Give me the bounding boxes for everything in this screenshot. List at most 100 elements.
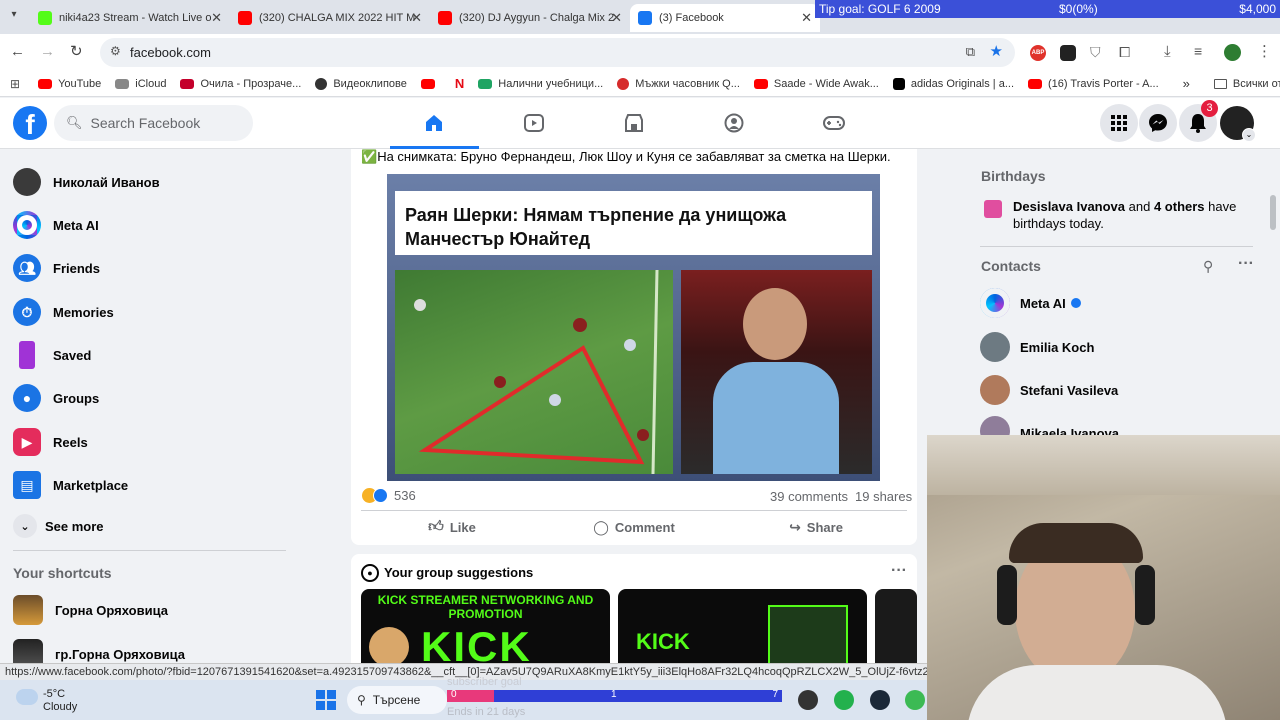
tab-search-icon[interactable]: ▾: [6, 9, 22, 25]
sidebar-item-label: Marketplace: [53, 477, 129, 493]
tab-gaming[interactable]: [790, 98, 879, 149]
steam-icon[interactable]: [870, 690, 890, 710]
tab-chalga-mix[interactable]: (320) CHALGA MIX 2022 HIT M ✕: [230, 4, 430, 32]
tip-goal-progress: $0(0%): [1059, 2, 1098, 16]
see-more-button[interactable]: ⌄ See more: [13, 508, 104, 544]
tab-groups[interactable]: [690, 98, 779, 149]
like-button[interactable]: 👍︎ Like: [361, 513, 543, 541]
taskbar-search-label: Търсене: [372, 693, 421, 707]
shares-count[interactable]: 19 shares: [855, 489, 912, 504]
tab-kick-stream[interactable]: niki4a23 Stream - Watch Live o ✕: [30, 4, 230, 32]
contact-item[interactable]: Meta AI: [980, 285, 1081, 321]
shortcut-item[interactable]: Горна Оряховица: [13, 592, 168, 628]
sidebar-item-marketplace[interactable]: ▤ Marketplace: [13, 467, 128, 503]
windows-start-icon[interactable]: [316, 690, 336, 710]
search-box[interactable]: 🔍︎ Search Facebook: [54, 105, 253, 141]
reload-icon[interactable]: ↻: [70, 42, 83, 60]
install-app-icon[interactable]: ⧉: [966, 44, 975, 60]
tab-facebook[interactable]: (3) Facebook ✕: [630, 4, 820, 32]
post-caption: ✅На снимката: Бруно Фернандеш, Люк Шоу и…: [361, 149, 891, 165]
account-avatar[interactable]: ⌄: [1220, 106, 1256, 142]
bookmarks-bar: ⊞ YouTube iCloud Очила - Прозраче... Вид…: [0, 71, 1280, 97]
bookmark-videoklipove[interactable]: Видеоклипове: [315, 77, 407, 90]
adblock-icon[interactable]: ABP: [1030, 45, 1046, 61]
close-icon[interactable]: ✕: [611, 10, 622, 26]
contact-name: Meta AI: [1020, 295, 1066, 311]
kebab-menu-icon[interactable]: ⋮: [1257, 42, 1272, 60]
group-card[interactable]: [875, 589, 917, 674]
more-options-icon[interactable]: ···: [1238, 255, 1254, 273]
like-label: Like: [449, 519, 476, 535]
tab-video[interactable]: [490, 98, 579, 149]
back-icon[interactable]: ←: [10, 43, 25, 60]
contact-item[interactable]: Stefani Vasileva: [980, 372, 1118, 408]
close-icon[interactable]: ✕: [801, 10, 812, 26]
tab-marketplace[interactable]: [590, 98, 679, 149]
bookmark-youtube-2[interactable]: [420, 78, 441, 89]
youtube-icon: [753, 78, 768, 89]
tab-home[interactable]: [390, 98, 479, 149]
comments-count[interactable]: 39 comments: [770, 489, 848, 504]
more-options-icon[interactable]: ···: [891, 562, 907, 580]
tab-dj-aygyun[interactable]: (320) DJ Aygyun - Chalga Mix 2 ✕: [430, 4, 630, 32]
birthdays-text[interactable]: Desislava Ivanova and 4 others have birt…: [1013, 198, 1253, 232]
sidebar-item-friends[interactable]: 👥︎ Friends: [13, 250, 100, 286]
reactions-summary[interactable]: 536: [362, 488, 416, 503]
bookmark-chasovnik[interactable]: Мъжки часовник Q...: [617, 77, 740, 90]
extension-icon[interactable]: [1060, 45, 1076, 61]
search-icon[interactable]: ⚲: [1203, 258, 1213, 275]
scrollbar-thumb[interactable]: [1270, 195, 1276, 230]
post-image[interactable]: Раян Шерки: Нямам търпение да унищожа Ма…: [387, 174, 880, 481]
bookmark-saade[interactable]: Saade - Wide Awak...: [753, 78, 879, 90]
bookmark-icloud[interactable]: iCloud: [115, 78, 166, 90]
download-icon[interactable]: ⤓: [1164, 43, 1171, 60]
bookmark-ochila[interactable]: Очила - Прозраче...: [180, 78, 301, 90]
notifications-button[interactable]: 3: [1179, 100, 1218, 142]
bookmark-netflix[interactable]: N: [455, 76, 464, 91]
url-bar[interactable]: ⚙ facebook.com ⧉ ★: [100, 38, 1015, 67]
all-bookmarks-folder[interactable]: Всички отметки: [1213, 78, 1280, 90]
sidebar-item-groups[interactable]: ● Groups: [13, 380, 99, 416]
group-card[interactable]: KICK STREAMER NETWORKING AND PROMOTION K…: [361, 589, 610, 674]
sidebar-item-profile[interactable]: Николай Иванов: [13, 164, 160, 200]
apps-grid-icon[interactable]: ⊞: [10, 77, 20, 91]
app-icon[interactable]: [834, 690, 854, 710]
comment-button[interactable]: ◯ Comment: [543, 513, 725, 541]
close-icon[interactable]: ✕: [411, 10, 422, 26]
contact-item[interactable]: Mikaela Ivanova: [980, 416, 1119, 435]
bookmark-youtube[interactable]: YouTube: [38, 78, 101, 90]
forward-icon[interactable]: →: [40, 43, 55, 60]
obs-icon[interactable]: [798, 690, 818, 710]
close-icon[interactable]: ✕: [211, 10, 222, 26]
sidebar-item-saved[interactable]: Saved: [13, 337, 91, 373]
bookmark-star-icon[interactable]: ★: [990, 42, 1003, 60]
shield-icon[interactable]: ⛉: [1090, 44, 1101, 61]
bookmark-travis-porter[interactable]: (16) Travis Porter - A...: [1028, 78, 1159, 90]
messenger-button[interactable]: [1139, 104, 1177, 142]
shortcut-label: Горна Оряховица: [55, 602, 168, 618]
facebook-logo[interactable]: f: [13, 106, 47, 140]
group-suggestions-card: ● Your group suggestions ··· KICK STREAM…: [351, 554, 917, 674]
bookmarks-overflow-icon[interactable]: »: [1183, 76, 1190, 91]
chevron-down-icon: ⌄: [1242, 128, 1256, 142]
xbox-icon[interactable]: [905, 690, 925, 710]
player-photo: [681, 270, 872, 474]
groups-icon: ●: [361, 564, 379, 582]
share-button[interactable]: ↪ Share: [725, 513, 907, 541]
sidebar-item-reels[interactable]: ▶ Reels: [13, 424, 88, 460]
bookmark-uchebnici[interactable]: Налични учебници...: [478, 78, 603, 90]
sidebar-item-meta-ai[interactable]: Meta AI: [13, 207, 99, 243]
menu-button[interactable]: [1100, 104, 1138, 142]
media-control-icon[interactable]: ≡: [1194, 43, 1202, 59]
site-info-icon[interactable]: ⚙: [110, 44, 121, 58]
share-icon: ↪: [789, 518, 801, 535]
group-card[interactable]: KICK: [618, 589, 867, 674]
profile-avatar-icon[interactable]: [1224, 44, 1241, 61]
bookmark-adidas[interactable]: adidas Originals | a...: [892, 77, 1014, 90]
contact-item[interactable]: Emilia Koch: [980, 329, 1094, 365]
sidebar-item-memories[interactable]: ⏱ Memories: [13, 294, 114, 330]
extensions-puzzle-icon[interactable]: ⧠: [1119, 44, 1130, 61]
memories-icon: ⏱: [13, 298, 41, 326]
taskbar-search[interactable]: ⚲ Търсене: [347, 686, 447, 714]
bookmark-label: YouTube: [58, 77, 102, 90]
